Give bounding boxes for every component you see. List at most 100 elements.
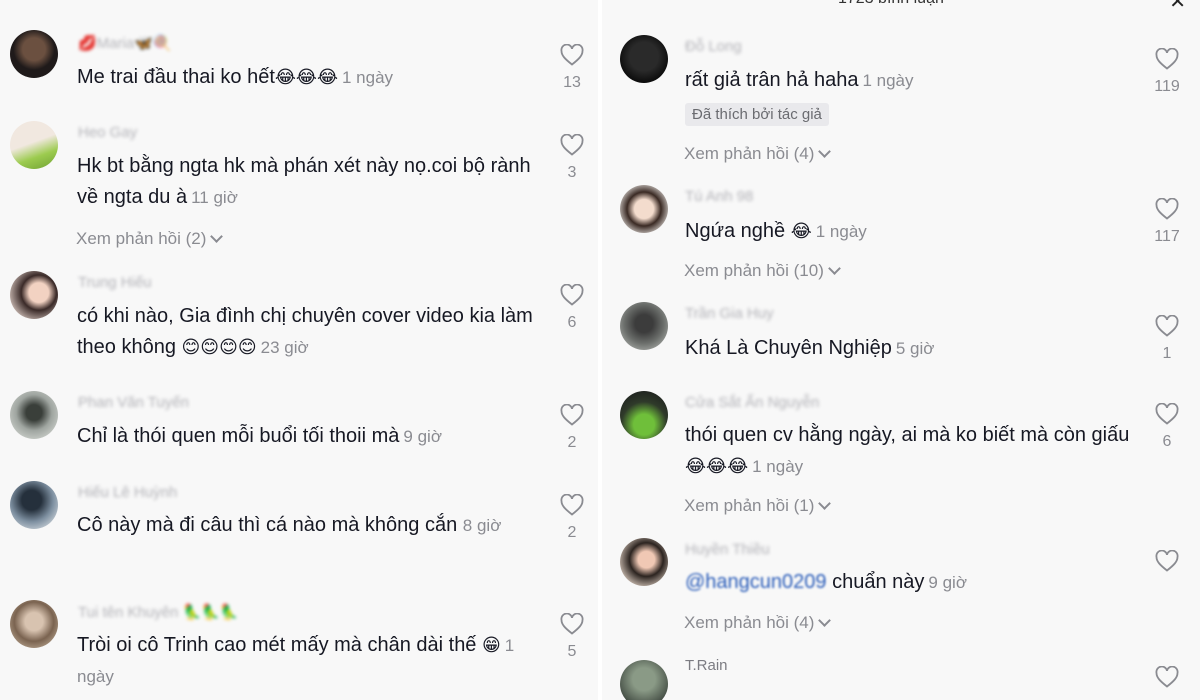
like-button[interactable]: 117 xyxy=(1150,198,1184,246)
chevron-down-icon xyxy=(828,262,841,275)
like-count: 2 xyxy=(567,434,577,451)
heart-icon xyxy=(1155,403,1179,425)
avatar[interactable] xyxy=(620,538,668,586)
avatar[interactable] xyxy=(620,391,668,439)
comment-body: chuẩn này xyxy=(832,571,925,593)
comment-time: 1 ngày xyxy=(342,68,394,87)
like-button[interactable]: 13 xyxy=(555,44,589,92)
comment-body: Me trai đầu thai ko hết xyxy=(77,66,275,88)
view-replies-label: Xem phản hồi (4) xyxy=(684,613,815,632)
comment-body: Ngứa nghề xyxy=(685,220,786,242)
emoji-group: 😁 xyxy=(482,635,501,656)
view-replies-link[interactable]: Xem phản hồi (2) xyxy=(76,229,224,249)
chevron-down-icon xyxy=(818,145,832,158)
comment-time: 1 ngày xyxy=(752,457,804,476)
view-replies-label: Xem phản hồi (4) xyxy=(684,144,815,163)
like-count: 119 xyxy=(1154,78,1180,95)
heart-icon xyxy=(560,494,584,516)
emoji-group: 😂 xyxy=(790,221,812,242)
comment-username[interactable]: Heo Gay xyxy=(78,124,137,141)
heart-icon xyxy=(560,284,584,306)
comment-body: thói quen cv hằng ngày, ai mà ko biết mà… xyxy=(685,424,1130,446)
heart-icon xyxy=(1155,48,1179,70)
avatar[interactable] xyxy=(620,660,668,700)
avatar[interactable] xyxy=(620,302,668,350)
comment-text: Me trai đầu thai ko hết😂😂😂 1 ngày xyxy=(77,62,547,93)
like-count: 6 xyxy=(1162,433,1172,450)
like-button[interactable]: 6 xyxy=(1150,403,1184,451)
comment-body: rất giả trân hả haha xyxy=(685,69,859,91)
heart-icon xyxy=(1155,198,1179,220)
comment-body: Chỉ là thói quen mỗi buổi tối thoii mà xyxy=(77,425,400,447)
heart-icon xyxy=(1155,315,1179,337)
like-button[interactable]: 119 xyxy=(1150,48,1184,96)
comments-panel-right: 1723 bình luận ✕ Đỗ Long rất giả trân hả… xyxy=(602,0,1200,700)
comment-username[interactable]: Trần Gia Huy xyxy=(685,305,774,322)
comment-body: Khá Là Chuyên Nghiệp xyxy=(685,337,892,359)
comment-username[interactable]: 💋Maria🦋🍭 xyxy=(78,34,172,52)
heart-icon xyxy=(1155,666,1179,688)
view-replies-link[interactable]: Xem phản hồi (4) xyxy=(684,144,832,164)
comment-body: Tròi oi cô Trinh cao mét mấy mà chân dài… xyxy=(77,634,477,656)
like-count: 3 xyxy=(567,164,577,181)
mention-link[interactable]: @hangcun0209 xyxy=(685,571,827,593)
comment-text: Hk bt bằng ngta hk mà phán xét này nọ.co… xyxy=(77,151,547,213)
liked-by-creator-badge: Đã thích bởi tác giả xyxy=(685,103,829,126)
like-button[interactable]: 1 xyxy=(1150,315,1184,363)
like-count: 1 xyxy=(1162,345,1172,362)
like-button[interactable]: 3 xyxy=(555,134,589,182)
chevron-down-icon xyxy=(818,497,832,510)
emoji-group: 😂😂😂 xyxy=(685,456,749,477)
heart-icon xyxy=(1155,550,1179,572)
comment-body: Cô này mà đi câu thì cá nào mà không cắn xyxy=(77,514,458,536)
comment-text: thói quen cv hằng ngày, ai mà ko biết mà… xyxy=(685,420,1145,482)
avatar[interactable] xyxy=(620,35,668,83)
comment-username[interactable]: Cửa Sắt Ấn Nguyễn xyxy=(685,394,819,411)
like-button[interactable]: 2 xyxy=(555,404,589,452)
chevron-down-icon xyxy=(210,230,224,243)
view-replies-label: Xem phản hồi (10) xyxy=(684,261,824,280)
comment-username[interactable]: Trung Hiếu xyxy=(78,274,152,291)
avatar[interactable] xyxy=(10,600,58,648)
comment-count: 1723 bình luận xyxy=(838,0,944,8)
comment-username[interactable]: Đỗ Long xyxy=(685,38,742,55)
comment-username[interactable]: Tui tên Khuyên 🦜🦜🦜 xyxy=(78,603,239,621)
avatar[interactable] xyxy=(10,271,58,319)
view-replies-label: Xem phản hồi (1) xyxy=(684,496,815,515)
comment-username[interactable]: Tú Anh 98 xyxy=(685,188,753,205)
avatar[interactable] xyxy=(620,185,668,233)
heart-icon xyxy=(560,44,584,66)
close-icon[interactable]: ✕ xyxy=(1169,0,1186,12)
like-button[interactable]: 5 xyxy=(555,613,589,661)
like-count: 13 xyxy=(563,74,581,91)
comment-username[interactable]: Hiếu Lê Huỳnh xyxy=(78,484,177,501)
emoji-group: 😂😂😂 xyxy=(274,67,338,88)
emoji-group: 😊😊😊😊 xyxy=(181,337,257,358)
comment-text: Ngứa nghề 😂 1 ngày xyxy=(685,216,1145,247)
comment-username[interactable]: Phan Văn Tuyến xyxy=(78,394,189,411)
avatar[interactable] xyxy=(10,391,58,439)
comment-text: @hangcun0209 chuẩn này 9 giờ xyxy=(685,567,1145,598)
comment-username[interactable]: Huyền Thiều xyxy=(685,541,770,558)
view-replies-link[interactable]: Xem phản hồi (4) xyxy=(684,613,832,633)
like-button[interactable] xyxy=(1150,666,1184,688)
comments-header: 1723 bình luận ✕ xyxy=(602,0,1200,12)
like-button[interactable]: 6 xyxy=(555,284,589,332)
comment-time: 5 giờ xyxy=(895,339,935,358)
comment-time: 23 giờ xyxy=(260,338,309,357)
avatar[interactable] xyxy=(10,481,58,529)
view-replies-link[interactable]: Xem phản hồi (1) xyxy=(684,496,832,516)
like-button[interactable]: 2 xyxy=(555,494,589,542)
like-count: 5 xyxy=(567,643,577,660)
comment-time: 1 ngày xyxy=(815,222,867,241)
view-replies-link[interactable]: Xem phản hồi (10) xyxy=(684,261,841,281)
like-button[interactable] xyxy=(1150,550,1184,572)
comment-text: Tròi oi cô Trinh cao mét mấy mà chân dài… xyxy=(77,630,547,692)
comment-username[interactable]: T.Rain xyxy=(685,657,728,674)
heart-icon xyxy=(560,613,584,635)
like-count: 2 xyxy=(567,524,577,541)
avatar[interactable] xyxy=(10,30,58,78)
heart-icon xyxy=(560,134,584,156)
avatar[interactable] xyxy=(10,121,58,169)
comment-time: 9 giờ xyxy=(403,427,442,446)
